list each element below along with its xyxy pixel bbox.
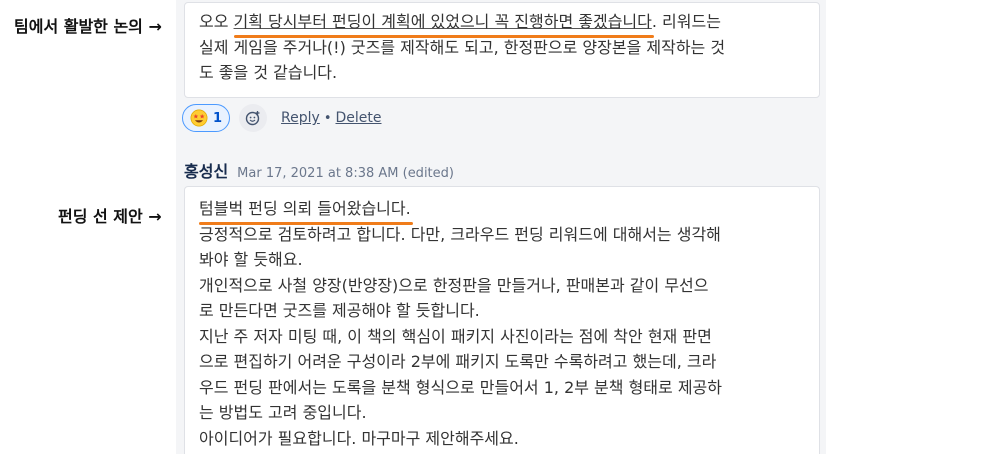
star-struck-emoji-icon	[190, 109, 208, 127]
reply-link[interactable]: Reply	[281, 110, 320, 126]
comment-1-suffix: . 리워드는	[651, 12, 721, 31]
comment-2-line-1: 텀블벅 펀딩 의뢰 들어왔습니다.	[199, 196, 805, 225]
comment-2-line-7: 으로 편집하기 어려운 구성이라 2부에 패키지 도록만 수록하려고 했는데, …	[199, 352, 717, 371]
comment-2-line-10: 아이디어가 필요합니다. 마구마구 제안해주세요.	[199, 428, 519, 448]
comment-1-prefix: 오오	[199, 12, 234, 31]
comment-1-highlighted-text: 기획 당시부터 펀딩이 계획에 있었으니 꼭 진행하면 좋겠습니다	[233, 9, 654, 38]
delete-link[interactable]: Delete	[336, 110, 382, 126]
comment-2-line-8: 우드 펀딩 판에서는 도록을 분책 형식으로 만들어서 1, 2부 분책 형태로…	[199, 377, 722, 397]
orange-highlight-underline	[199, 221, 413, 225]
comment-2-highlighted-text: 텀블벅 펀딩 의뢰 들어왔습니다.	[199, 196, 413, 225]
comment-2-card: 텀블벅 펀딩 의뢰 들어왔습니다. 긍정적으로 검토하려고 합니다. 다만, 크…	[184, 186, 820, 454]
comment-1-actions: Reply • Delete	[281, 110, 381, 126]
reaction-count: 1	[213, 110, 223, 126]
comment-2-line-4: 개인적으로 사철 양장(반양장)으로 한정판을 만들거나, 판매본과 같이 무선…	[199, 275, 709, 295]
comment-2-line-9: 는 방법도 고려 중입니다.	[199, 403, 367, 422]
comment-1-reactions-bar: 1 Reply • Delete	[182, 103, 382, 133]
comment-1-line-3: 도 좋을 것 같습니다.	[199, 63, 338, 82]
action-separator: •	[323, 110, 332, 126]
add-emoji-icon	[245, 111, 260, 126]
comment-2-line-6: 지난 주 저자 미팅 때, 이 책의 핵심이 패키지 사진이라는 점에 착안 현…	[199, 326, 712, 346]
annotation-funding-proposal: 펀딩 선 제안 →	[58, 207, 162, 226]
add-reaction-button[interactable]	[239, 104, 268, 132]
comment-2-header: 홍성신 Mar 17, 2021 at 8:38 AM (edited)	[184, 158, 454, 182]
comment-2-line-5: 로 만든다면 굿즈를 제공해야 할 듯합니다.	[199, 301, 480, 320]
screenshot-canvas: 팀에서 활발한 논의 → 펀딩 선 제안 → 오오 기획 당시부터 펀딩이 계획…	[0, 0, 1000, 454]
comment-timestamp: Mar 17, 2021 at 8:38 AM (edited)	[237, 166, 454, 181]
comment-2-line-2: 긍정적으로 검토하려고 합니다. 다만, 크라우드 펀딩 리워드에 대해서는 생…	[199, 224, 721, 244]
comment-1-line-2: 실제 게임을 주거나(!) 굿즈를 제작해도 되고, 한정판으로 양장본을 제작…	[199, 37, 726, 57]
comment-1-card: 오오 기획 당시부터 펀딩이 계획에 있었으니 꼭 진행하면 좋겠습니다. 리워…	[184, 2, 820, 98]
annotation-active-discussion: 팀에서 활발한 논의 →	[14, 17, 162, 36]
comment-author[interactable]: 홍성신	[184, 158, 228, 182]
reaction-star-struck-button[interactable]: 1	[182, 104, 231, 132]
comment-1-line-1: 오오 기획 당시부터 펀딩이 계획에 있었으니 꼭 진행하면 좋겠습니다. 리워…	[199, 9, 805, 38]
comment-2-line-3: 봐야 할 듯해요.	[199, 250, 303, 269]
orange-highlight-underline	[233, 34, 654, 38]
